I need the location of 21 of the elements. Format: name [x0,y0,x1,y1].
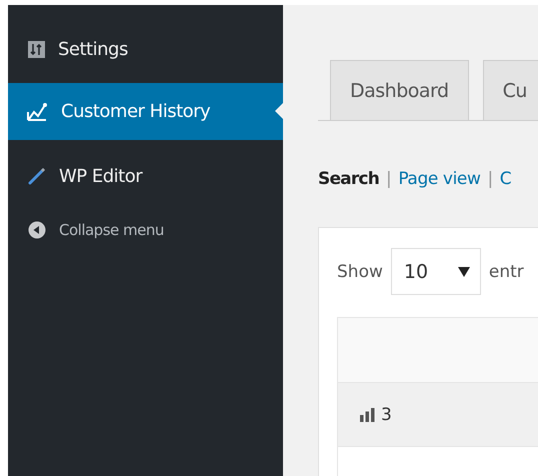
sliders-icon [28,40,45,58]
separator: | [487,169,493,189]
menu-item[interactable]: Collapse menu [8,206,283,254]
view-link[interactable]: C [500,169,512,189]
view-link[interactable]: Search [318,169,380,189]
separator: | [386,169,392,189]
bar-chart-icon [360,408,375,422]
entries-label: entr [488,262,524,282]
tab[interactable]: Cu [482,60,538,120]
entries-select[interactable]: 10 [390,248,481,295]
count-text: 3 [381,404,392,424]
menu-item[interactable]: Settings [8,25,283,73]
view-link[interactable]: Page view [398,169,480,189]
tab[interactable]: Dashboard [330,60,469,120]
caret-icon [458,266,470,276]
pencil-icon [28,167,46,185]
menu-item[interactable]: WP Editor [8,152,283,200]
line-chart-icon [26,102,48,122]
show-label: Show [337,262,383,282]
collapse-icon [28,221,46,239]
menu-item[interactable]: Customer History [8,83,283,140]
